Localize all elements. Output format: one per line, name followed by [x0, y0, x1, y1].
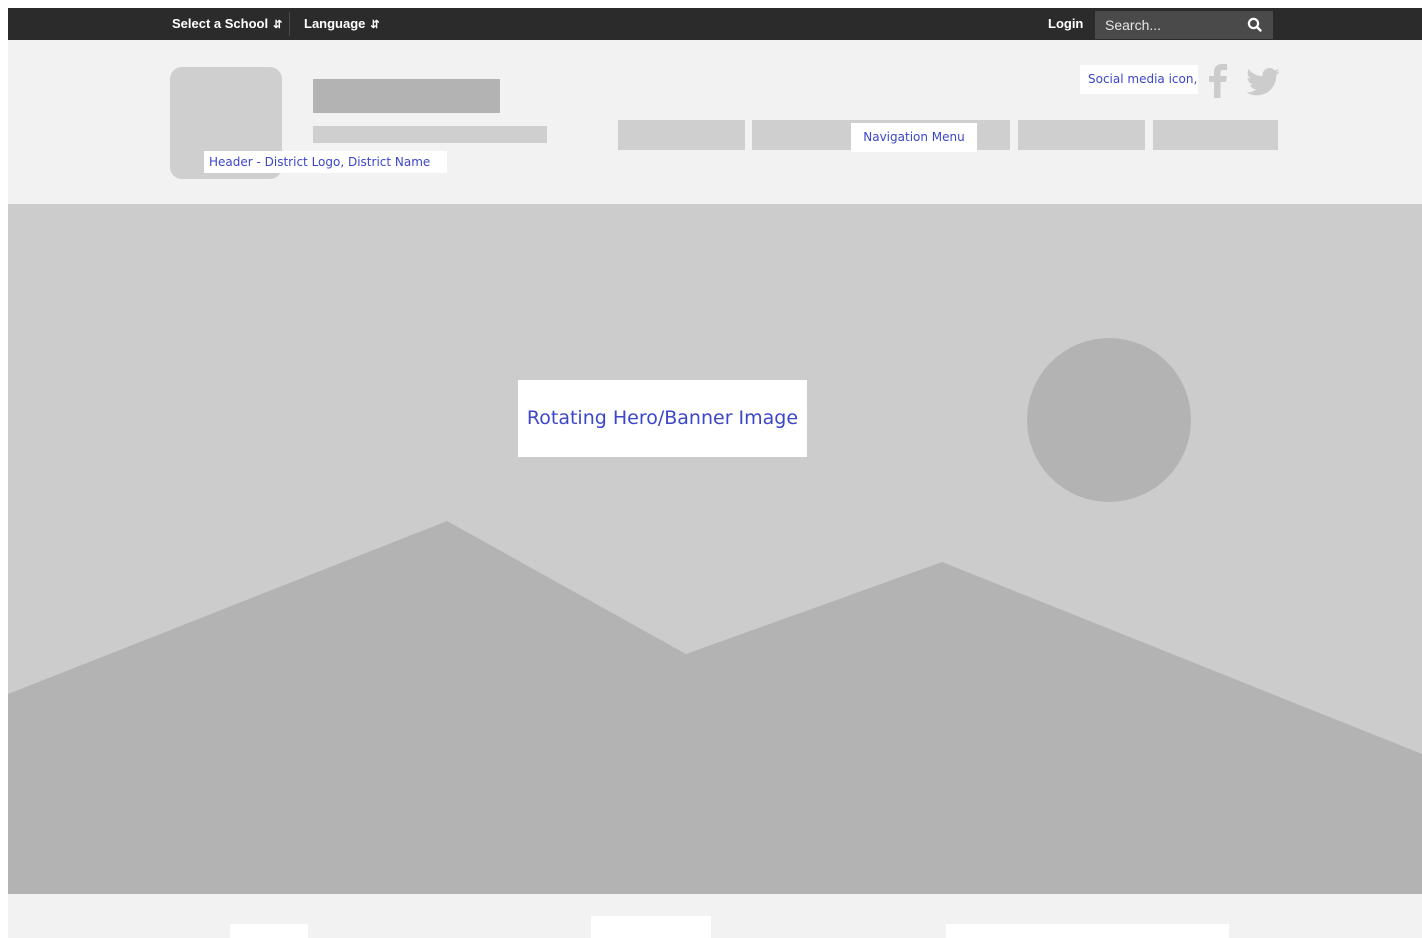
topbar-divider	[289, 12, 290, 36]
search-input[interactable]	[1095, 11, 1245, 39]
facebook-link[interactable]	[1206, 64, 1230, 103]
social-media-annotation: Social media icon,	[1080, 65, 1198, 94]
bottom-annotation-1	[230, 924, 308, 938]
select-school-dropdown[interactable]: Select a School ⇵	[172, 8, 282, 40]
hero-banner[interactable]: Rotating Hero/Banner Image	[8, 204, 1422, 894]
page-frame: Select a School ⇵ Language ⇵ Login Header …	[8, 8, 1422, 938]
district-name-placeholder	[313, 79, 500, 113]
select-school-label: Select a School	[172, 16, 269, 31]
search-box	[1095, 11, 1273, 39]
select-school-caret-icon: ⇵	[273, 19, 283, 31]
language-dropdown[interactable]: Language ⇵	[304, 8, 380, 40]
top-utility-bar: Select a School ⇵ Language ⇵ Login	[8, 8, 1422, 40]
nav-item-3[interactable]	[1018, 120, 1145, 150]
site-header: Header - District Logo, District Name Na…	[8, 40, 1422, 204]
language-label: Language	[304, 16, 366, 31]
search-icon	[1247, 17, 1262, 32]
language-caret-icon: ⇵	[370, 19, 380, 31]
district-tagline-placeholder	[313, 126, 547, 143]
nav-item-4[interactable]	[1153, 120, 1278, 150]
nav-item-1[interactable]	[618, 120, 745, 150]
hero-annotation: Rotating Hero/Banner Image	[518, 380, 807, 457]
facebook-icon	[1209, 64, 1227, 98]
hero-image-placeholder	[8, 204, 1422, 894]
bottom-annotation-3	[946, 924, 1229, 938]
login-link[interactable]: Login	[1048, 8, 1083, 40]
search-button[interactable]	[1245, 15, 1265, 35]
twitter-icon	[1246, 68, 1280, 96]
bottom-annotation-2	[591, 916, 711, 938]
twitter-link[interactable]	[1246, 68, 1280, 101]
bottom-section	[8, 894, 1422, 938]
header-annotation: Header - District Logo, District Name	[204, 151, 447, 173]
nav-menu-annotation: Navigation Menu	[851, 123, 977, 152]
